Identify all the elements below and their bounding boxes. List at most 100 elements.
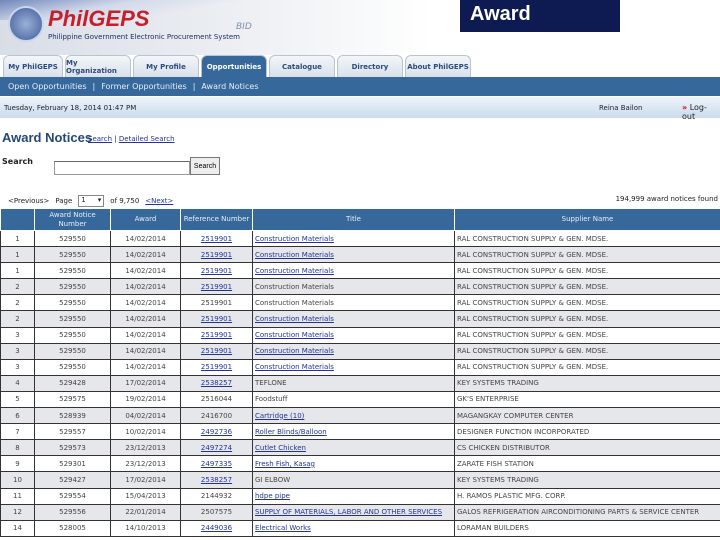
col-reference-number-cell: 2507575 [181,504,253,520]
col-reference-number-cell: 2519901 [181,231,253,247]
reference-number[interactable]: 2497274 [201,444,232,452]
reference-number[interactable]: 2449036 [201,524,232,532]
reference-number[interactable]: 2519901 [201,235,232,243]
title[interactable]: Cutlet Chicken [255,444,306,452]
title[interactable]: Construction Materials [255,315,334,323]
cell-text: 528005 [59,524,86,532]
table-row: 952930123/12/20132497335Fresh Fish, Kasa… [1,456,720,472]
cell-text: RAL CONSTRUCTION SUPPLY & GEN. MDSE. [457,299,608,307]
subnav-open-opportunities[interactable]: Open Opportunities [8,82,87,91]
col-award-notice-number-cell: 528939 [35,408,111,424]
col-reference-number-cell: 2538257 [181,375,253,391]
col-reference-number-cell: 2497335 [181,456,253,472]
cell-text: 1 [15,235,19,243]
cell-text: RAL CONSTRUCTION SUPPLY & GEN. MDSE. [457,267,608,275]
tab-my-philgeps[interactable]: My PhilGEPS [3,55,63,77]
search-link[interactable]: Search [88,135,112,143]
reference-number[interactable]: 2492736 [201,428,232,436]
tab-opportunities[interactable]: Opportunities [201,55,267,77]
title[interactable]: Electrical Works [255,524,311,532]
col-award-cell: 15/04/2013 [111,488,181,504]
title[interactable]: hdpe pipe [255,492,290,500]
cell-text: 14/02/2014 [125,251,165,259]
subnav-award-notices[interactable]: Award Notices [201,82,258,91]
title[interactable]: Fresh Fish, Kasag [255,460,315,468]
cell-text: 1 [15,251,19,259]
tab-directory[interactable]: Directory [337,55,403,77]
reference-number[interactable]: 2519901 [201,315,232,323]
reference-number[interactable]: 2519901 [201,267,232,275]
title[interactable]: Construction Materials [255,267,334,275]
col-title-cell: Construction Materials [253,231,455,247]
tab-my-organization[interactable]: My Organization [65,55,131,77]
logo[interactable]: PhilGEPS [48,6,149,32]
cell-text: 17/02/2014 [125,476,165,484]
cell-text: 04/02/2014 [125,412,165,420]
title[interactable]: SUPPLY OF MATERIALS, LABOR AND OTHER SER… [255,508,442,516]
page-select[interactable]: 1▾ [78,195,104,207]
col-title-cell: Cutlet Chicken [253,440,455,456]
col-index-cell: 3 [1,343,35,359]
title[interactable]: Construction Materials [255,235,334,243]
col-index-cell: 2 [1,295,35,311]
col-award-cell: 17/02/2014 [111,375,181,391]
cell-text: 14/02/2014 [125,315,165,323]
col-title-cell: Foodstuff [253,391,455,407]
detailed-search-link[interactable]: Detailed Search [119,135,175,143]
reference-number[interactable]: 2538257 [201,476,232,484]
title[interactable]: Roller Blinds/Balloon [255,428,327,436]
current-date: Tuesday, February 18, 2014 01:47 PM [4,104,136,112]
reference-number[interactable]: 2519901 [201,347,232,355]
reference-number[interactable]: 2519901 [201,331,232,339]
cell-text: LORAMAN BUILDERS [457,524,529,532]
tab-my-profile[interactable]: My Profile [133,55,199,77]
page-label: Page [55,197,72,205]
previous-link[interactable]: <Previous> [8,197,49,205]
tab-catalogue[interactable]: Catalogue [269,55,335,77]
col-reference-number-header: Reference Number [181,209,253,231]
reference-number[interactable]: 2538257 [201,379,232,387]
table-row: 252955014/02/20142519901Construction Mat… [1,311,720,327]
title[interactable]: Construction Materials [255,251,334,259]
title[interactable]: Construction Materials [255,363,334,371]
col-title-cell: Construction Materials [253,263,455,279]
col-award-notice-number-cell: 529575 [35,391,111,407]
search-input[interactable] [54,161,190,175]
logout-link[interactable]: » Log-out [682,103,720,121]
cell-text: 529550 [59,331,86,339]
col-supplier-name-cell: KEY SYSTEMS TRADING [455,375,720,391]
reference-number[interactable]: 2519901 [201,363,232,371]
cell-text: 12 [13,508,22,516]
tab-about-philgeps[interactable]: About PhilGEPS [405,55,471,77]
logo-subtitle: Philippine Government Electronic Procure… [48,33,240,41]
col-index-cell: 2 [1,311,35,327]
title[interactable]: Cartridge (10) [255,412,304,420]
reference-number[interactable]: 2519901 [201,283,232,291]
cell-text: 14/02/2014 [125,331,165,339]
sub-navigation: Open Opportunities | Former Opportunitie… [0,77,720,96]
search-label: Search [2,157,33,166]
col-reference-number-cell: 2519901 [181,311,253,327]
user-name: Reina Bailon [599,104,642,112]
col-award-cell: 14/02/2014 [111,263,181,279]
cell-text: 529550 [59,283,86,291]
cell-text: 14/02/2014 [125,347,165,355]
search-button[interactable]: Search [190,157,220,175]
col-index-cell: 2 [1,279,35,295]
cell-text: RAL CONSTRUCTION SUPPLY & GEN. MDSE. [457,315,608,323]
subnav-separator: | [93,82,96,91]
next-link[interactable]: <Next> [145,197,173,205]
col-award-notice-number-cell: 529550 [35,343,111,359]
cell-text: 529427 [59,476,86,484]
reference-number[interactable]: 2519901 [201,251,232,259]
title[interactable]: Construction Materials [255,347,334,355]
col-award-cell: 14/02/2014 [111,247,181,263]
slide-title-overlay: Award [460,0,620,32]
cell-text: 8 [15,444,19,452]
subnav-former-opportunities[interactable]: Former Opportunities [101,82,187,91]
reference-number[interactable]: 2497335 [201,460,232,468]
cell-text: KEY SYSTEMS TRADING [457,379,539,387]
cell-text: 529554 [59,492,86,500]
col-award-cell: 04/02/2014 [111,408,181,424]
title[interactable]: Construction Materials [255,331,334,339]
